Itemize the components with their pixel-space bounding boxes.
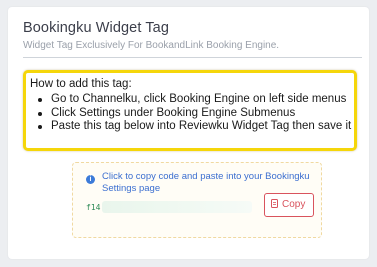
howto-instructions-box: How to add this tag: Go to Channelku, cl… (23, 70, 357, 151)
copy-button[interactable]: Copy (264, 193, 314, 217)
copy-document-icon (271, 199, 278, 208)
info-circle-icon: i (86, 175, 95, 184)
step-item: Click Settings under Booking Engine Subm… (26, 107, 351, 121)
widget-code-snippet[interactable]: f14 (86, 203, 100, 212)
copy-code-box[interactable]: i Click to copy code and paste into your… (72, 162, 322, 238)
steps-list: Go to Channelku, click Booking Engine on… (26, 93, 351, 134)
copy-button-label: Copy (282, 199, 306, 210)
card-subtitle: Widget Tag Exclusively For BookandLink B… (23, 40, 280, 51)
howto-title: How to add this tag: (30, 78, 132, 90)
step-item: Paste this tag below into Reviewku Widge… (26, 120, 351, 134)
widget-code-blurred (102, 201, 252, 213)
step-item: Go to Channelku, click Booking Engine on… (26, 93, 351, 107)
card-title: Bookingku Widget Tag (23, 20, 170, 36)
widget-tag-card: Bookingku Widget Tag Widget Tag Exclusiv… (8, 7, 369, 259)
copy-instruction-text[interactable]: Click to copy code and paste into your B… (102, 171, 312, 195)
divider (23, 57, 362, 58)
